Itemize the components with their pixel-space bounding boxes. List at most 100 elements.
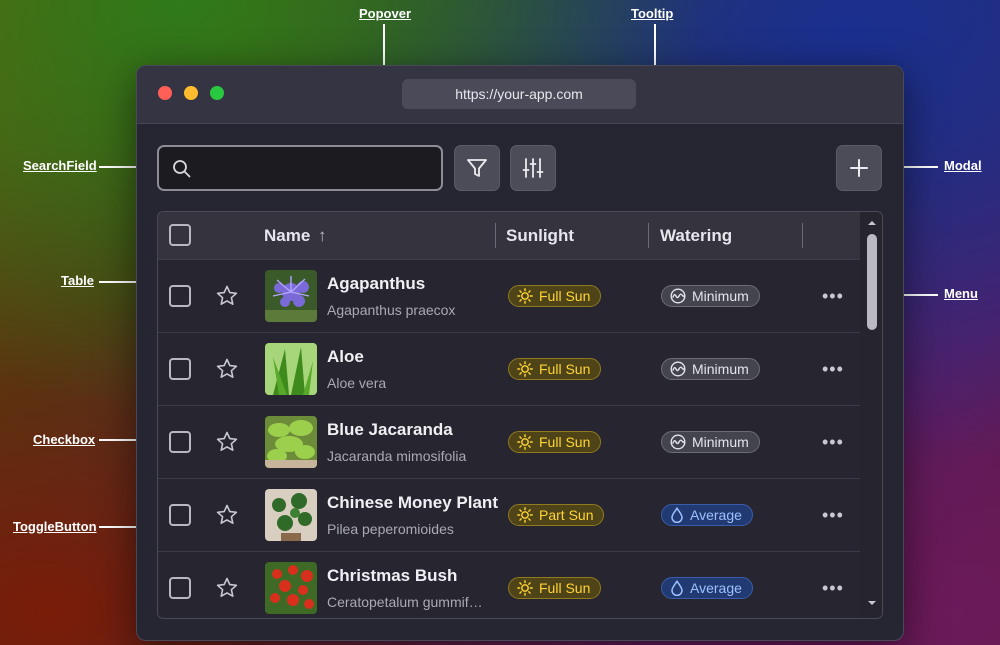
select-all-checkbox[interactable] [169,224,191,246]
filter-button[interactable] [454,145,500,191]
plant-name: Christmas Bush [327,566,458,585]
sunlight-badge: Full Sun [508,431,602,453]
minimize-window-button[interactable] [184,86,198,100]
filter-icon [467,159,487,177]
watering-label: Minimum [692,288,749,304]
callout-popover: Popover [359,6,412,21]
plant-thumbnail [265,489,317,541]
url-text: https://your-app.com [455,86,583,102]
row-actions-menu[interactable]: ••• [822,578,844,599]
table-row[interactable]: Blue Jacaranda Jacaranda mimosifolia Ful… [158,405,860,479]
title-bar: https://your-app.com [137,66,903,124]
plant-scientific-name: Agapanthus praecox [327,302,456,318]
table-row[interactable]: Aloe Aloe vera Full Sun Minimum ••• [158,332,860,406]
plant-scientific-name: Aloe vera [327,375,387,391]
settings-button[interactable] [510,145,556,191]
watering-label: Minimum [692,361,749,377]
sunlight-badge: Full Sun [508,577,602,599]
search-input[interactable] [157,145,443,191]
watering-badge: Average [661,504,753,526]
column-header-name[interactable]: Name [264,226,310,246]
callout-tooltip: Tooltip [631,6,674,21]
sunlight-badge: Part Sun [508,504,605,526]
favorite-star-icon[interactable] [215,503,239,527]
sun-icon [517,434,533,450]
callout-searchfield: SearchField [23,158,97,173]
row-actions-menu[interactable]: ••• [822,505,844,526]
plant-name: Agapanthus [327,274,426,293]
callout-togglebutton: ToggleButton [13,519,97,534]
watering-icon [670,580,684,596]
plant-scientific-name: Pilea peperomioides [327,521,454,537]
column-divider[interactable] [495,223,496,248]
watering-label: Average [690,507,742,523]
row-actions-menu[interactable]: ••• [822,359,844,380]
sort-ascending-icon[interactable]: ↑ [318,226,327,246]
sunlight-label: Full Sun [539,580,591,596]
add-button[interactable] [836,145,882,191]
favorite-star-icon[interactable] [215,284,239,308]
watering-label: Average [690,580,742,596]
favorite-star-icon[interactable] [215,576,239,600]
plus-icon [850,159,868,177]
sunlight-badge: Full Sun [508,285,602,307]
row-checkbox[interactable] [169,358,191,380]
close-window-button[interactable] [158,86,172,100]
url-bar[interactable]: https://your-app.com [402,79,636,109]
water-minimum-icon [670,434,686,450]
sunlight-label: Full Sun [539,434,591,450]
sun-icon [517,507,533,523]
watering-badge: Minimum [661,285,760,307]
callout-modal: Modal [944,158,982,173]
sun-icon [517,288,533,304]
plant-thumbnail [265,270,317,322]
table-scrollbar[interactable] [862,212,882,618]
plant-name: Chinese Money Plant [327,493,498,512]
row-checkbox[interactable] [169,431,191,453]
table-header: Name ↑ Sunlight Watering [158,212,860,259]
scroll-down-icon[interactable] [862,596,882,610]
sunlight-badge: Full Sun [508,358,602,380]
table-row[interactable]: Agapanthus Agapanthus praecox Full Sun M… [158,259,860,333]
row-checkbox[interactable] [169,504,191,526]
sunlight-label: Full Sun [539,361,591,377]
column-header-watering[interactable]: Watering [660,226,732,246]
plant-thumbnail [265,343,317,395]
watering-icon [670,507,684,523]
row-checkbox[interactable] [169,577,191,599]
watering-icon [670,288,686,304]
search-icon [173,160,191,178]
favorite-star-icon[interactable] [215,357,239,381]
column-divider[interactable] [802,223,803,248]
row-actions-menu[interactable]: ••• [822,286,844,307]
plant-scientific-name: Jacaranda mimosifolia [327,448,467,464]
sunlight-label: Part Sun [539,507,594,523]
column-header-sunlight[interactable]: Sunlight [506,226,574,246]
scroll-up-icon[interactable] [862,216,882,230]
plants-table: Name ↑ Sunlight Watering Agapanthus Agap… [157,211,883,619]
scrollbar-thumb[interactable] [867,234,877,330]
app-window: https://your-app.com Name ↑ Sunlight Wat… [136,65,904,641]
table-row[interactable]: Chinese Money Plant Pilea peperomioides … [158,478,860,552]
sliders-icon [522,158,544,178]
watering-badge: Minimum [661,358,760,380]
callout-menu: Menu [944,286,978,301]
sun-icon [517,361,533,377]
column-divider[interactable] [648,223,649,248]
callout-checkbox: Checkbox [33,432,96,447]
plant-thumbnail [265,562,317,614]
row-checkbox[interactable] [169,285,191,307]
row-actions-menu[interactable]: ••• [822,432,844,453]
water-minimum-icon [670,361,686,377]
sunlight-label: Full Sun [539,288,591,304]
watering-badge: Average [661,577,753,599]
watering-icon [670,434,686,450]
watering-icon [670,361,686,377]
favorite-star-icon[interactable] [215,430,239,454]
sun-icon [517,580,533,596]
water-drop-icon [671,507,683,523]
table-row[interactable]: Christmas Bush Ceratopetalum gummif… Ful… [158,551,860,618]
maximize-window-button[interactable] [210,86,224,100]
callout-table: Table [61,273,94,288]
plant-scientific-name: Ceratopetalum gummif… [327,594,483,610]
